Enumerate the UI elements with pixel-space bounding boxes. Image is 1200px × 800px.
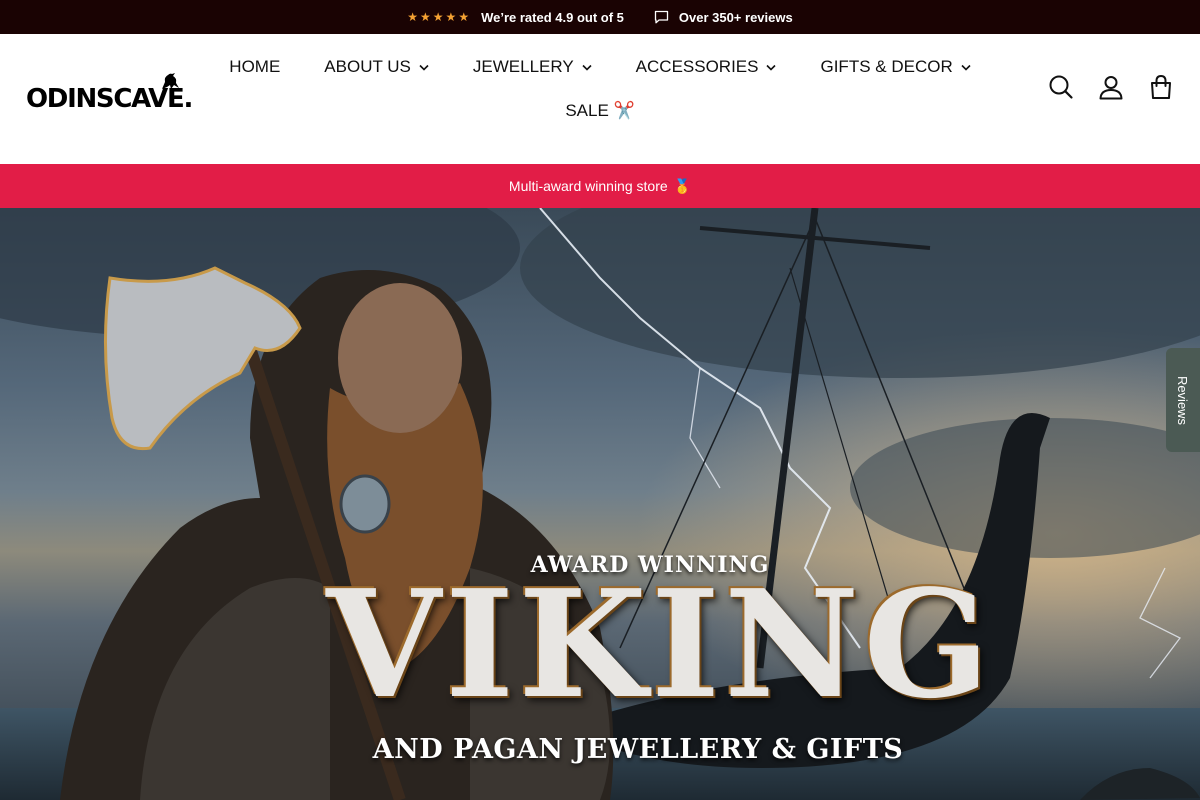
logo-text: ODINSCAVE. [26,84,193,114]
header-actions [1048,74,1174,100]
hero-banner[interactable]: AWARD WINNING VIKING AND PAGAN JEWELLERY… [0,208,1200,800]
nav-item-label: SALE ✂️ [565,101,635,120]
chevron-down-icon [766,64,777,71]
hero-subtitle-bottom: AND PAGAN JEWELLERY & GIFTS [372,734,904,765]
nav-item-jewellery[interactable]: JEWELLERY [473,57,592,77]
medal-icon: 🥇 [673,177,692,194]
nav-item-sale[interactable]: SALE ✂️ [565,101,634,121]
chat-icon [654,10,669,24]
account-icon[interactable] [1098,74,1124,100]
nav-item-label: ACCESSORIES [635,57,759,76]
nav-item-label: GIFTS & DECOR [820,57,953,76]
promo-text: Multi-award winning store [508,178,668,194]
nav-item-gifts-decor[interactable]: GIFTS & DECOR [820,57,971,77]
rating-text: We’re rated 4.9 out of 5 [481,9,624,25]
nav-item-home[interactable]: HOME [229,57,280,77]
logo[interactable]: ODINSCAVE. [26,72,193,112]
chevron-down-icon [419,64,429,71]
hero-title: VIKING [326,557,994,731]
nav-item-accessories[interactable]: ACCESSORIES [636,57,777,77]
nav-item-label: HOME [229,57,281,76]
announcement-bar: ★★★★★ We’re rated 4.9 out of 5 Over 350+… [0,0,1200,34]
promo-banner: Multi-award winning store 🥇 [0,164,1200,208]
reviews-count-text: Over 350+ reviews [678,9,793,25]
reviews-group: Over 350+ reviews [654,10,793,25]
rating-stars: ★★★★★ [407,10,472,24]
nav-item-about-us[interactable]: ABOUT US [324,57,429,77]
main-nav: HOME ABOUT US JEWELLERY ACCESSORIES GIFT… [229,46,971,134]
search-icon[interactable] [1048,74,1074,100]
nav-item-label: JEWELLERY [472,57,574,76]
rating-group: ★★★★★ We’re rated 4.9 out of 5 [407,10,624,25]
chevron-down-icon [582,64,592,71]
site-header: ODINSCAVE. HOME ABOUT US JEWELLERY ACCES… [0,34,1200,164]
nav-item-label: ABOUT US [324,57,411,76]
cart-icon[interactable] [1148,74,1174,100]
chevron-down-icon [961,64,971,71]
reviews-tab-label: Reviews [1175,375,1191,425]
reviews-side-tab[interactable]: Reviews [1166,348,1200,452]
